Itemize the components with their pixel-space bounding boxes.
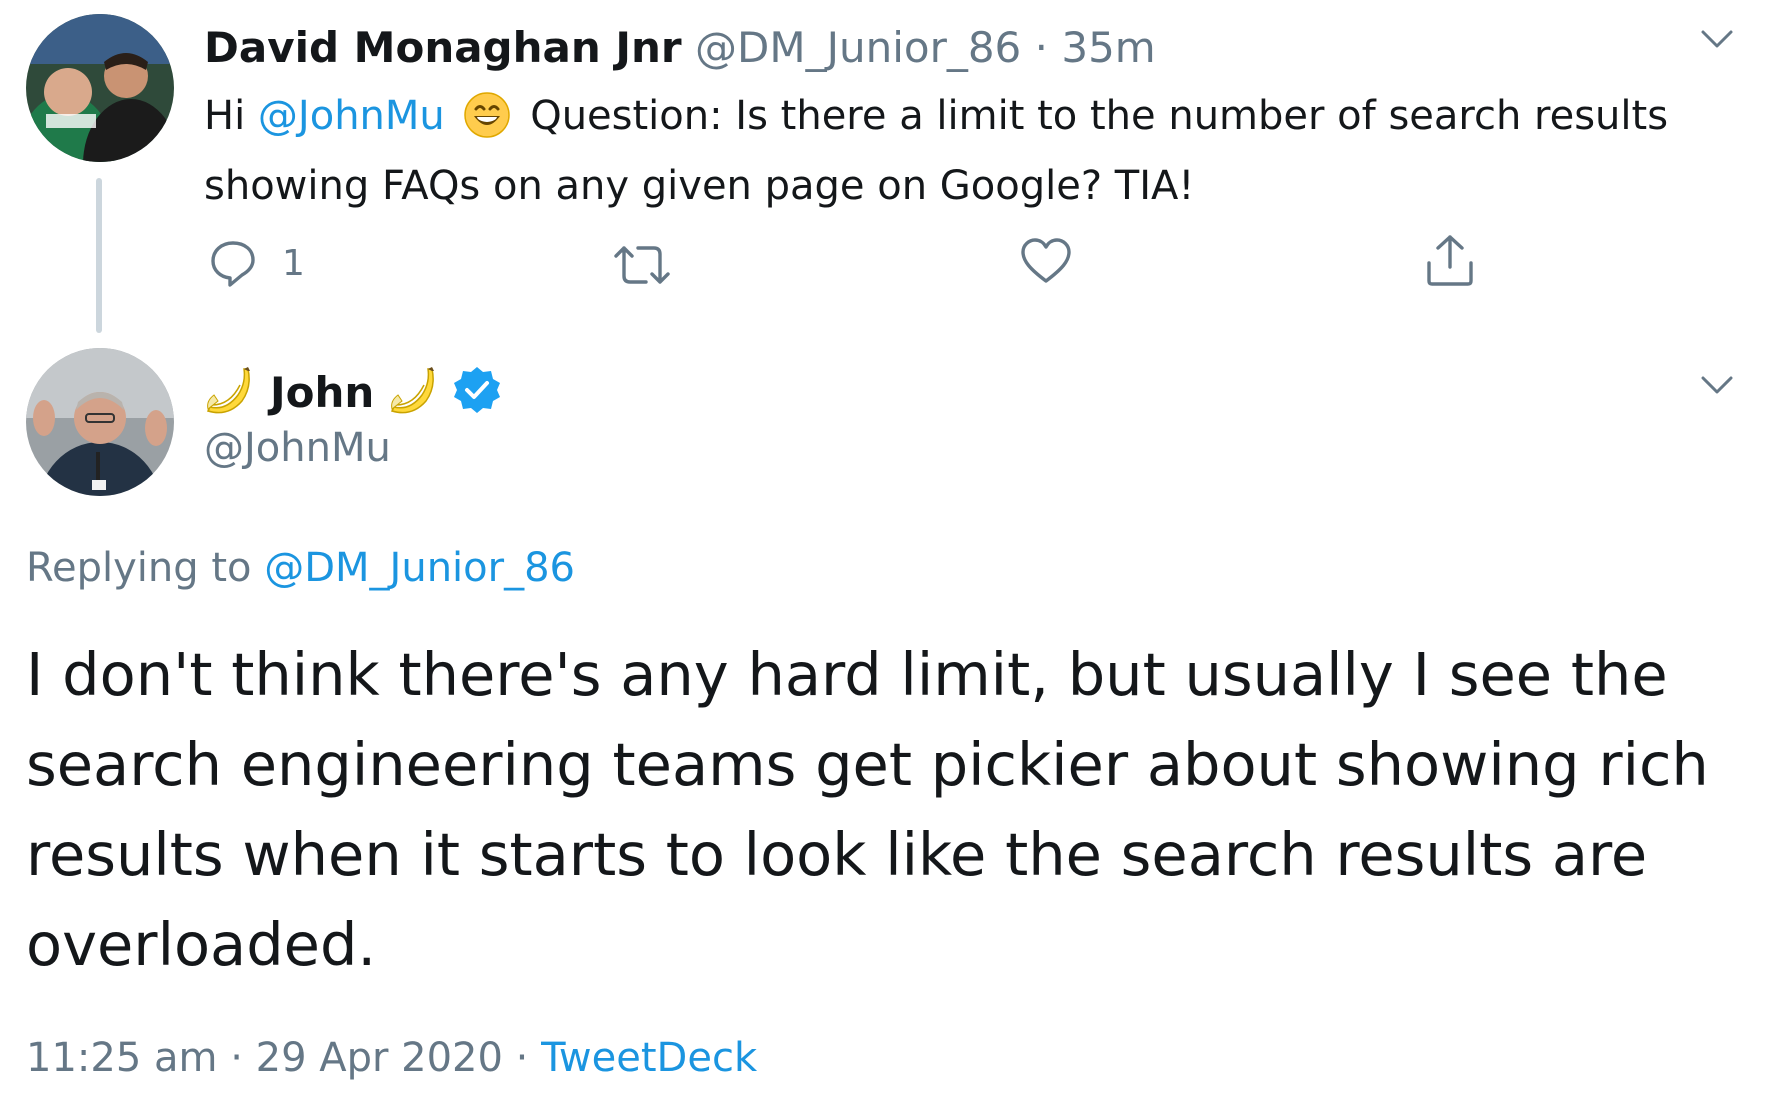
parent-mention-link[interactable]: @JohnMu [258,93,445,139]
replying-to-label: Replying to [26,545,252,591]
tweet-meta: 11:25 am · 29 Apr 2020 · TweetDeck [26,1035,757,1081]
tweet-time[interactable]: 11:25 am [26,1035,217,1081]
replying-to-line: Replying to @DM_Junior_86 [26,545,575,591]
parent-handle[interactable]: @DM_Junior_86 [695,23,1021,72]
avatar-john[interactable] [26,348,174,496]
parent-display-name[interactable]: David Monaghan Jnr [204,23,682,72]
parent-tweet-text: Hi @JohnMu Question: Is there a limit to… [204,86,1694,216]
parent-separator: · [1034,23,1048,72]
banana-icon [388,365,440,419]
share-icon [1427,235,1473,286]
banana-icon [204,365,256,419]
main-name-row[interactable]: John [204,362,502,422]
replying-to-mention[interactable]: @DM_Junior_86 [264,545,575,591]
meta-separator: · [230,1035,243,1081]
main-handle[interactable]: @JohnMu [204,425,391,471]
retweet-button[interactable] [612,240,672,290]
parent-tweet-header: David Monaghan Jnr @DM_Junior_86 · 35m [204,22,1156,74]
meta-separator: · [515,1035,529,1081]
parent-text-greeting: Hi [204,93,246,139]
reply-count: 1 [282,242,305,284]
reply-button[interactable]: 1 [208,235,305,291]
retweet-icon [614,246,670,284]
main-display-name[interactable]: John [270,368,374,417]
parent-timestamp[interactable]: 35m [1061,23,1155,72]
grinning-face-icon [463,91,511,156]
avatar-david[interactable] [26,14,174,162]
verified-badge-icon [452,365,502,419]
share-button[interactable] [1424,232,1476,288]
thread-line [96,178,102,333]
reply-icon [211,241,255,287]
main-tweet-text: I don't think there's any hard limit, bu… [26,640,1709,979]
parent-menu-chevron-icon[interactable] [1697,24,1737,54]
tweet-source-link[interactable]: TweetDeck [541,1035,757,1081]
main-menu-chevron-icon[interactable] [1697,370,1737,400]
heart-icon [1021,238,1071,283]
tweet-date[interactable]: 29 Apr 2020 [256,1035,503,1081]
like-button[interactable] [1020,236,1072,286]
